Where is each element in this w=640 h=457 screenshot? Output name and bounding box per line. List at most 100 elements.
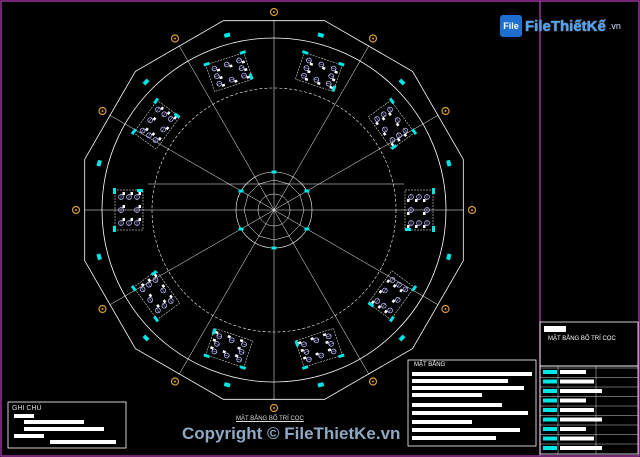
- notes-title: GHI CHÚ: [12, 405, 42, 412]
- title-block-tag: [544, 326, 566, 332]
- pile-cap-cyan-mark: [239, 365, 247, 370]
- pile-group: [295, 50, 345, 92]
- inner-cyan-mark: [271, 246, 277, 250]
- site-logo[interactable]: File FileThiếtKế .vn: [500, 14, 621, 38]
- pile-tag: [157, 136, 162, 141]
- pile-tag: [156, 304, 160, 308]
- pile-tag: [138, 205, 141, 208]
- pile-tag: [378, 289, 383, 294]
- pile-cap-cyan-mark: [338, 61, 345, 67]
- title-block-cyan-cell: [543, 417, 557, 422]
- grid-bubble-dot: [174, 37, 176, 40]
- outer-cyan-mark: [446, 253, 452, 261]
- title-block-text: [560, 436, 594, 441]
- pile-tag: [122, 205, 125, 208]
- legend-text-line: [412, 411, 528, 415]
- grid-bubble-dot: [75, 209, 77, 211]
- pile-group: [294, 328, 345, 370]
- logo-icon: File: [500, 15, 522, 37]
- pile-tag: [222, 350, 227, 354]
- legend-text-line: [412, 386, 524, 390]
- notes-text-line: [50, 440, 116, 444]
- pile-cap-cyan-mark: [388, 97, 395, 105]
- plan-title: MẶT BẰNG BỐ TRÍ CỌC: [236, 416, 304, 422]
- pile-tag: [237, 346, 241, 350]
- pile-cap-cyan-mark: [301, 365, 309, 370]
- pile-tag: [415, 199, 418, 202]
- pile-tag: [122, 192, 125, 195]
- pile-tag: [321, 66, 326, 70]
- pile-tag: [423, 199, 426, 202]
- pile-cap-cyan-mark: [432, 226, 435, 232]
- title-block-cyan-cell: [543, 398, 557, 403]
- pile-cap-cyan-mark: [301, 50, 309, 55]
- pile-tag: [144, 127, 149, 132]
- grid-bubble-dot: [372, 380, 374, 383]
- legend-text-line: [412, 379, 508, 383]
- pile-tag: [386, 279, 391, 284]
- notes-text-line: [14, 414, 34, 418]
- title-block-text: [560, 379, 594, 384]
- pile-tag: [310, 337, 314, 341]
- title-block-text: [560, 446, 602, 450]
- pile-tag: [392, 283, 397, 288]
- pile-cap-cyan-mark: [153, 315, 160, 323]
- inner-cyan-mark: [238, 227, 244, 231]
- pile-tag: [166, 111, 171, 116]
- legend-text-line: [412, 403, 502, 407]
- title-block-text: [560, 417, 602, 422]
- pile-tag: [212, 338, 217, 342]
- pile-cap-outline: [295, 328, 343, 368]
- pile-tag: [210, 346, 214, 350]
- pile-group: [367, 270, 418, 323]
- pile-cap-cyan-mark: [203, 353, 210, 359]
- pile-group: [203, 328, 253, 370]
- pile-tag: [227, 334, 232, 339]
- title-block-text: [560, 408, 594, 412]
- notes-text-line: [24, 420, 84, 424]
- pile-tag: [243, 67, 248, 72]
- pile-group: [367, 97, 418, 151]
- pile-cap-cyan-mark: [113, 226, 116, 232]
- pile-tag: [234, 79, 238, 83]
- pile-tag: [239, 338, 244, 343]
- outer-cyan-mark: [96, 159, 102, 167]
- sheet-border: [0, 0, 640, 457]
- notes-text-line: [14, 434, 44, 438]
- cad-drawing-sheet: File FileThiếtKế .vn MẶT BẰNG BỐ TRÍ CỌC…: [0, 0, 640, 457]
- pile-cap-outline: [205, 52, 253, 92]
- outer-cyan-mark: [317, 382, 325, 388]
- title-block-cyan-cell: [543, 446, 557, 450]
- pile-tag: [377, 304, 382, 309]
- sheet-title: MẶT BẰNG BỐ TRÍ CỌC: [548, 336, 616, 342]
- legend-title: MẶT BẰNG: [414, 362, 446, 368]
- pile-tag: [302, 356, 307, 360]
- pile-group: [130, 97, 181, 150]
- pile-tag: [327, 348, 332, 352]
- pile-cap-cyan-mark: [405, 228, 411, 231]
- legend-text-line: [412, 428, 520, 432]
- pile-cap-cyan-mark: [338, 353, 345, 359]
- grid-axis-line: [273, 209, 370, 375]
- pile-tag: [162, 299, 167, 304]
- logo-brand: FileThiếtKế: [525, 17, 606, 35]
- pile-tag: [152, 116, 157, 121]
- pile-tag: [316, 81, 321, 86]
- pile-tag: [241, 60, 246, 64]
- title-block-cyan-cell: [543, 408, 557, 412]
- pile-tag: [315, 352, 319, 356]
- grid-bubble-dot: [273, 11, 275, 13]
- pile-tag: [309, 62, 314, 66]
- title-block-cyan-cell: [543, 389, 557, 393]
- legend-text-line: [412, 372, 532, 376]
- pile-cap-cyan-mark: [113, 188, 116, 194]
- pile-group: [130, 269, 181, 323]
- outer-cyan-mark: [398, 334, 406, 342]
- outer-cyan-mark: [398, 78, 406, 86]
- pile-tag: [381, 116, 386, 121]
- grid-bubble-dot: [444, 308, 447, 310]
- pile-tag: [388, 112, 392, 116]
- pile-tag: [122, 218, 125, 221]
- pile-tag: [407, 199, 410, 202]
- grid-bubble-dot: [471, 209, 473, 211]
